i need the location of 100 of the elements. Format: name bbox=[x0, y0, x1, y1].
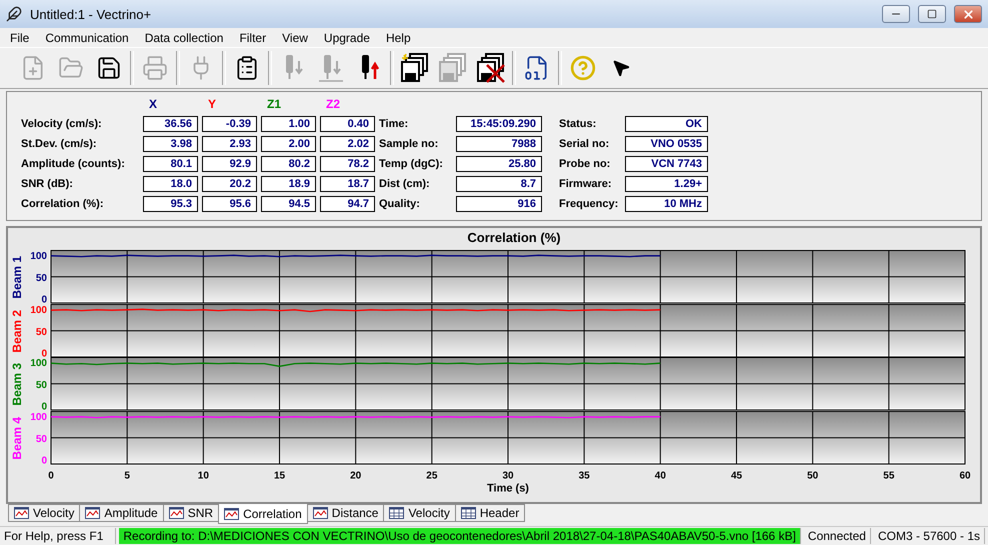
field-label: Serial no: bbox=[559, 138, 610, 150]
menu-item[interactable]: Upgrade bbox=[316, 30, 378, 44]
tab[interactable]: Correlation bbox=[218, 504, 308, 524]
x-tick-label: 60 bbox=[959, 470, 971, 481]
menu-item[interactable]: File bbox=[2, 30, 38, 44]
field-label: Status: bbox=[559, 118, 598, 130]
chart-icon bbox=[168, 507, 184, 519]
column-header: X bbox=[148, 97, 158, 111]
menu-item[interactable]: Filter bbox=[231, 30, 274, 44]
menu-item[interactable]: Help bbox=[378, 30, 419, 44]
value-field: 15:45:09.290 bbox=[456, 116, 542, 132]
beam-label: Beam 1 bbox=[10, 256, 24, 299]
x-tick-label: 5 bbox=[124, 470, 130, 481]
restore-button[interactable] bbox=[918, 5, 946, 23]
field-label: Sample no: bbox=[379, 138, 440, 150]
value-field: 2.02 bbox=[320, 136, 375, 152]
pointer-icon bbox=[611, 58, 631, 78]
probe-icon bbox=[318, 53, 344, 83]
y-tick-label: 50 bbox=[36, 380, 47, 391]
value-field: VNO 0535 bbox=[625, 136, 708, 152]
value-field: 94.5 bbox=[261, 196, 316, 212]
tab[interactable]: Distance bbox=[306, 504, 384, 522]
value-field: OK bbox=[625, 116, 708, 132]
value-field: 78.2 bbox=[320, 156, 375, 172]
value-field: -0.39 bbox=[202, 116, 257, 132]
close-button[interactable] bbox=[954, 5, 982, 23]
y-tick-label: 0 bbox=[41, 455, 47, 466]
x-tick-label: 45 bbox=[730, 470, 742, 481]
field-label: Temp (dgC): bbox=[379, 158, 444, 170]
value-field: 80.2 bbox=[261, 156, 316, 172]
table-icon bbox=[389, 507, 404, 519]
y-tick-label: 0 bbox=[41, 294, 47, 304]
value-field: 80.1 bbox=[143, 156, 198, 172]
tab[interactable]: Amplitude bbox=[79, 504, 164, 522]
minimize-button[interactable] bbox=[882, 5, 910, 23]
y-tick-label: 100 bbox=[30, 411, 47, 422]
status-text: For Help, press F1 bbox=[0, 528, 116, 544]
field-label: Firmware: bbox=[559, 178, 613, 190]
x-tick-label: 20 bbox=[350, 470, 362, 481]
restore-icon bbox=[927, 9, 937, 19]
value-field: 0.40 bbox=[320, 116, 375, 132]
field-label: SNR (dB): bbox=[21, 178, 74, 190]
beam-label: Beam 3 bbox=[10, 362, 24, 406]
field-label: Amplitude (counts): bbox=[21, 158, 126, 170]
value-field: 20.2 bbox=[202, 176, 257, 192]
close-icon bbox=[962, 8, 974, 20]
field-label: Frequency: bbox=[559, 198, 620, 210]
value-field: 1.00 bbox=[261, 116, 316, 132]
column-header: Z1 bbox=[266, 97, 282, 111]
y-tick-label: 100 bbox=[30, 304, 47, 316]
y-tick-label: 0 bbox=[41, 348, 47, 357]
column-header: Y bbox=[207, 97, 218, 111]
value-field: 8.7 bbox=[456, 176, 542, 192]
chart-title: Correlation (%) bbox=[467, 230, 561, 245]
value-field: VCN 7743 bbox=[625, 156, 708, 172]
disk-stack-icon bbox=[401, 53, 429, 83]
field-label: Correlation (%): bbox=[21, 198, 104, 210]
x-tick-label: 30 bbox=[502, 470, 514, 481]
field-label: Quality: bbox=[379, 198, 421, 210]
y-tick-label: 50 bbox=[36, 433, 47, 444]
recording-status: Recording to: D:\MEDICIONES CON VECTRINO\Uso de geocontenedores\Abril 2018\27-04-18\PAS40ABAV50-5.vno [166 kB] bbox=[119, 528, 801, 544]
value-field: 18.0 bbox=[143, 176, 198, 192]
disk-stack-icon bbox=[439, 53, 467, 83]
value-field: 1.29+ bbox=[625, 176, 708, 192]
value-field: 92.9 bbox=[202, 156, 257, 172]
field-label: Time: bbox=[379, 118, 410, 130]
y-tick-label: 50 bbox=[36, 272, 47, 284]
value-field: 2.00 bbox=[261, 136, 316, 152]
tab[interactable]: Velocity bbox=[383, 504, 456, 522]
menu-item[interactable]: View bbox=[274, 30, 316, 44]
x-tick-label: 10 bbox=[198, 470, 209, 481]
value-field: 95.3 bbox=[143, 196, 198, 212]
printer-icon bbox=[142, 55, 168, 81]
tab[interactable]: Header bbox=[454, 504, 526, 522]
value-field: 916 bbox=[456, 196, 542, 212]
x-tick-label: 35 bbox=[578, 470, 590, 481]
chart-icon bbox=[224, 508, 240, 520]
x-tick-label: 55 bbox=[883, 470, 894, 481]
value-field: 25.80 bbox=[456, 156, 542, 172]
tab[interactable]: SNR bbox=[162, 504, 220, 522]
y-tick-label: 100 bbox=[30, 250, 47, 262]
y-tick-label: 0 bbox=[41, 402, 47, 410]
value-field: 18.9 bbox=[261, 176, 316, 192]
field-label: Velocity (cm/s): bbox=[21, 118, 103, 130]
menu-item[interactable]: Communication bbox=[37, 30, 137, 44]
save-icon bbox=[96, 55, 122, 81]
status-text: COM3 - 57600 - 1s bbox=[874, 528, 985, 544]
menu-item[interactable]: Data collection bbox=[136, 30, 232, 44]
help-icon bbox=[570, 55, 596, 81]
beam-label: Beam 2 bbox=[10, 309, 24, 352]
tab[interactable]: Velocity bbox=[8, 504, 80, 522]
cancel-disk-icon bbox=[477, 53, 505, 83]
field-label: Probe no: bbox=[559, 158, 612, 170]
x-tick-label: 50 bbox=[807, 470, 818, 481]
chart-icon bbox=[85, 507, 100, 519]
beam-label: Beam 4 bbox=[10, 416, 24, 460]
status-text: Connected bbox=[804, 528, 871, 544]
chart-icon bbox=[312, 507, 328, 519]
value-field: 10 MHz bbox=[625, 196, 708, 212]
value-field: 2.93 bbox=[202, 136, 257, 152]
